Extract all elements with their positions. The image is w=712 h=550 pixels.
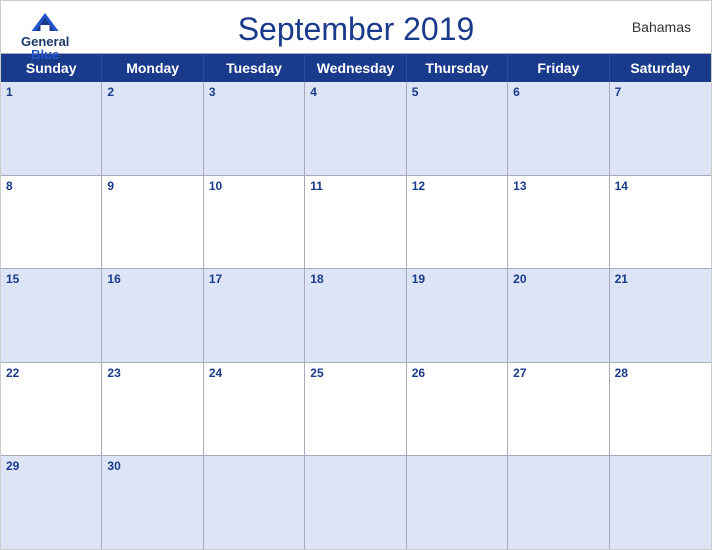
day-cell: 21: [610, 269, 711, 362]
day-number: 3: [209, 85, 216, 99]
day-number: 30: [107, 459, 120, 473]
day-cell: 15: [1, 269, 102, 362]
day-number: 27: [513, 366, 526, 380]
day-cell: 12: [407, 176, 508, 269]
day-number: 12: [412, 179, 425, 193]
country-label: Bahamas: [632, 19, 691, 35]
day-number: 9: [107, 179, 114, 193]
day-number: 6: [513, 85, 520, 99]
day-number: 15: [6, 272, 19, 286]
calendar-body: 1234567891011121314151617181920212223242…: [1, 82, 711, 549]
day-number: 19: [412, 272, 425, 286]
day-cell: 2: [102, 82, 203, 175]
day-cell: 17: [204, 269, 305, 362]
day-number: 21: [615, 272, 628, 286]
day-headers-row: Sunday Monday Tuesday Wednesday Thursday…: [1, 54, 711, 82]
day-number: 11: [310, 179, 323, 193]
day-number: 16: [107, 272, 120, 286]
day-cell: 29: [1, 456, 102, 549]
day-number: 28: [615, 366, 628, 380]
week-row-3: 15 16 17 18 19 20 21: [1, 269, 711, 363]
day-cell: 28: [610, 363, 711, 456]
day-number: 26: [412, 366, 425, 380]
day-cell: 14: [610, 176, 711, 269]
day-number: 13: [513, 179, 526, 193]
day-cell: 22: [1, 363, 102, 456]
calendar: General Blue September 2019 Bahamas Sund…: [0, 0, 712, 550]
day-cell: 10: [204, 176, 305, 269]
day-number: 25: [310, 366, 323, 380]
header-tuesday: Tuesday: [204, 54, 305, 82]
calendar-header: General Blue September 2019 Bahamas: [1, 1, 711, 53]
day-cell: 19: [407, 269, 508, 362]
day-cell: 23: [102, 363, 203, 456]
day-number: 1: [6, 85, 13, 99]
day-cell: 4: [305, 82, 406, 175]
header-wednesday: Wednesday: [305, 54, 406, 82]
day-cell: 3: [204, 82, 305, 175]
week-row-5: 29 30: [1, 456, 711, 549]
day-number: 22: [6, 366, 19, 380]
day-number: 7: [615, 85, 622, 99]
day-number: 24: [209, 366, 222, 380]
day-cell: [508, 456, 609, 549]
day-cell: [204, 456, 305, 549]
day-cell: 25: [305, 363, 406, 456]
month-title: September 2019: [238, 11, 475, 48]
day-cell: 11: [305, 176, 406, 269]
day-cell: 8: [1, 176, 102, 269]
day-number: 4: [310, 85, 317, 99]
header-saturday: Saturday: [610, 54, 711, 82]
header-monday: Monday: [102, 54, 203, 82]
day-cell: 20: [508, 269, 609, 362]
day-cell: 9: [102, 176, 203, 269]
day-number: 10: [209, 179, 222, 193]
day-number: 8: [6, 179, 13, 193]
day-number: 23: [107, 366, 120, 380]
day-cell: [407, 456, 508, 549]
logo: General Blue: [21, 11, 69, 61]
day-number: 17: [209, 272, 222, 286]
day-number: 5: [412, 85, 419, 99]
week-row-1: 1 2 3 4 5 6 7: [1, 82, 711, 176]
logo-icon: [30, 11, 60, 33]
day-cell: 5: [407, 82, 508, 175]
day-cell: 24: [204, 363, 305, 456]
day-cell: 30: [102, 456, 203, 549]
day-cell: 7: [610, 82, 711, 175]
calendar-grid: Sunday Monday Tuesday Wednesday Thursday…: [1, 53, 711, 549]
day-cell: [305, 456, 406, 549]
header-thursday: Thursday: [407, 54, 508, 82]
day-cell: 27: [508, 363, 609, 456]
day-cell: 18: [305, 269, 406, 362]
day-cell: 6: [508, 82, 609, 175]
logo-blue-text: Blue: [31, 48, 59, 61]
day-cell: [610, 456, 711, 549]
day-number: 20: [513, 272, 526, 286]
day-cell: 13: [508, 176, 609, 269]
day-number: 29: [6, 459, 19, 473]
day-number: 14: [615, 179, 628, 193]
day-cell: 26: [407, 363, 508, 456]
day-number: 2: [107, 85, 114, 99]
week-row-2: 8 9 10 11 12 13 14: [1, 176, 711, 270]
week-row-4: 22 23 24 25 26 27 28: [1, 363, 711, 457]
day-cell: 16: [102, 269, 203, 362]
day-cell: 1: [1, 82, 102, 175]
header-friday: Friday: [508, 54, 609, 82]
day-number: 18: [310, 272, 323, 286]
